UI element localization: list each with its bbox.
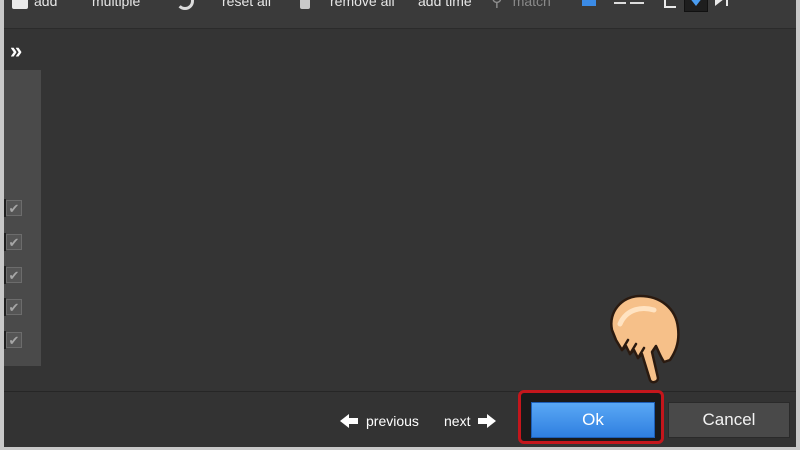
check-icon: ✔ (8, 268, 20, 283)
ok-button[interactable]: Ok (531, 402, 655, 438)
line-style-icon-2[interactable] (630, 2, 644, 4)
play-icon[interactable] (715, 0, 724, 6)
add-icon (12, 0, 28, 9)
pointing-hand-icon (610, 294, 680, 384)
add-time-button[interactable]: add time (418, 0, 472, 10)
next-link[interactable]: next (444, 412, 497, 430)
trash-icon (300, 0, 310, 9)
check-icon: ✔ (8, 333, 20, 348)
frame-border (796, 0, 800, 450)
chevron-down-icon (689, 0, 703, 6)
check-icon: ✔ (8, 201, 20, 216)
arrow-right-icon (476, 414, 497, 428)
multiple-label: multiple (92, 0, 141, 9)
cancel-button[interactable]: Cancel (668, 402, 790, 438)
marker-dropdown[interactable] (684, 0, 708, 12)
add-label: add (34, 0, 58, 9)
link-icon: ⚲ (491, 0, 503, 10)
previous-link[interactable]: previous (340, 412, 419, 430)
undo-icon (176, 0, 194, 10)
row-checkbox[interactable]: ✔ (6, 267, 22, 283)
remove-all-label: remove all (330, 0, 395, 9)
line-style-icon[interactable] (614, 2, 626, 4)
play-bar-icon (726, 0, 728, 6)
bracket-icon (664, 0, 676, 8)
reset-all-button[interactable]: reset all (176, 0, 271, 10)
row-checkbox[interactable]: ✔ (6, 299, 22, 315)
check-icon: ✔ (8, 300, 20, 315)
previous-label: previous (366, 413, 419, 429)
cancel-label: Cancel (702, 410, 756, 429)
dialog-window: add multiple reset all remove all add ti… (0, 0, 800, 450)
add-time-label: add time (418, 0, 472, 9)
arrow-left-icon (340, 414, 360, 428)
double-chevron-right-icon: » (10, 38, 23, 63)
check-icon: ✔ (8, 235, 20, 250)
next-label: next (444, 413, 471, 429)
reset-all-label: reset all (222, 0, 272, 9)
expand-panel-button[interactable]: » (10, 40, 34, 62)
color-swatch-icon[interactable] (582, 0, 596, 6)
frame-border (0, 0, 4, 450)
add-button[interactable]: add (12, 0, 57, 10)
side-panel: ✔ ✔ ✔ ✔ ✔ (3, 70, 41, 366)
toolbar: add multiple reset all remove all add ti… (4, 0, 796, 29)
multiple-button[interactable]: multiple (92, 0, 140, 10)
row-checkbox[interactable]: ✔ (6, 332, 22, 348)
remove-all-button[interactable]: remove all (300, 0, 395, 10)
match-button[interactable]: ⚲ match (491, 0, 551, 10)
row-checkbox[interactable]: ✔ (6, 200, 22, 216)
match-label: match (512, 0, 551, 9)
row-checkbox[interactable]: ✔ (6, 234, 22, 250)
ok-label: Ok (582, 410, 604, 429)
